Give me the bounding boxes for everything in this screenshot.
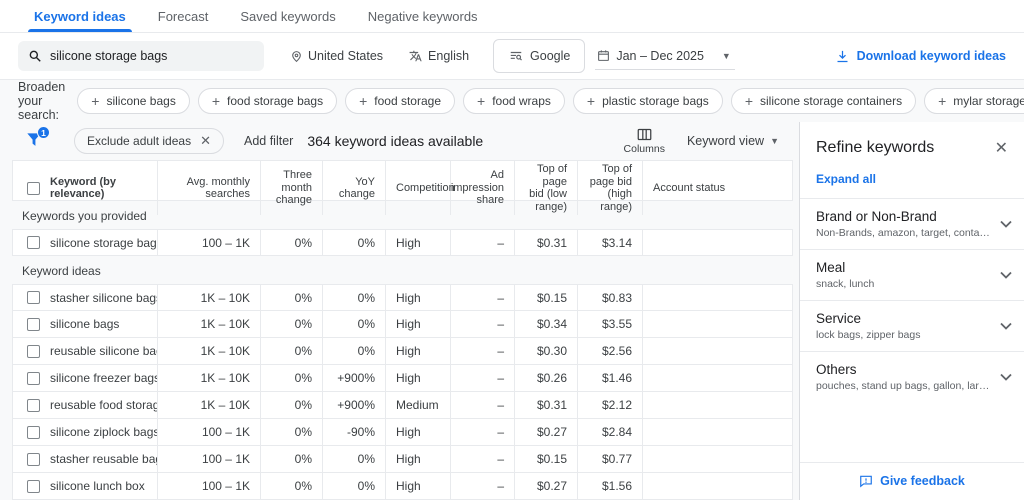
keyword-table-area: 1 Exclude adult ideas ✕ Add filter 364 k…: [0, 122, 799, 500]
add-filter-button[interactable]: Add filter: [244, 134, 293, 148]
table-row[interactable]: silicone bags 1K – 10K 0% 0% High – $0.3…: [12, 311, 793, 338]
broaden-chip[interactable]: + food wraps: [463, 88, 565, 114]
search-query: silicone storage bags: [50, 49, 168, 63]
table-row[interactable]: stasher reusable bags 100 – 1K 0% 0% Hig…: [12, 446, 793, 473]
select-all-checkbox[interactable]: [27, 181, 40, 195]
table-row[interactable]: silicone storage bags 100 – 1K 0% 0% Hig…: [12, 229, 793, 256]
col-yoy-change[interactable]: YoY change: [323, 161, 386, 215]
chevron-down-icon: [1000, 322, 1012, 330]
table-header: Keyword (by relevance) Avg. monthly sear…: [12, 160, 793, 215]
col-three-month-change[interactable]: Three month change: [261, 161, 323, 215]
give-feedback-button[interactable]: Give feedback: [800, 462, 1024, 500]
plus-icon: +: [586, 93, 596, 109]
download-keyword-ideas-button[interactable]: Download keyword ideas: [835, 49, 1006, 64]
tab-saved-keywords[interactable]: Saved keywords: [224, 0, 351, 32]
row-checkbox[interactable]: [27, 479, 40, 493]
broaden-chip[interactable]: + plastic storage bags: [572, 88, 723, 114]
columns-button[interactable]: Columns: [624, 128, 665, 155]
col-account-status[interactable]: Account status: [643, 161, 792, 215]
row-checkbox[interactable]: [27, 398, 40, 412]
close-icon[interactable]: ✕: [200, 133, 211, 149]
col-ad-impression-share[interactable]: Ad impression share: [451, 161, 515, 215]
table-row[interactable]: reusable food storage bags 1K – 10K 0% +…: [12, 392, 793, 419]
close-icon[interactable]: ✕: [995, 138, 1008, 158]
search-icon: [28, 49, 42, 63]
keyword-search-input[interactable]: silicone storage bags: [18, 41, 264, 71]
chevron-down-icon: [1000, 271, 1012, 279]
location-pin-icon: [290, 50, 303, 63]
broaden-chip[interactable]: + silicone storage containers: [730, 88, 917, 114]
chevron-down-icon: [1000, 220, 1012, 228]
row-checkbox[interactable]: [27, 317, 40, 331]
language-label: English: [428, 49, 470, 63]
plus-icon: +: [211, 93, 221, 109]
language-selector[interactable]: English: [409, 49, 469, 63]
plus-icon: +: [91, 93, 100, 109]
col-top-of-page-bid-high[interactable]: Top of page bid (high range): [578, 161, 643, 215]
refine-keywords-panel: Refine keywords ✕ Expand all Brand or No…: [799, 122, 1024, 500]
broaden-search-row: Broaden your search: + silicone bags + foo…: [0, 80, 1024, 122]
table-row[interactable]: reusable silicone bags 1K – 10K 0% 0% Hi…: [12, 338, 793, 365]
table-row[interactable]: silicone freezer bags 1K – 10K 0% +900% …: [12, 365, 793, 392]
broaden-chip[interactable]: + silicone bags: [77, 88, 190, 114]
keyword-view-selector[interactable]: Keyword view ▼: [687, 134, 779, 148]
date-range-label: Jan – Dec 2025: [616, 48, 704, 63]
col-competition[interactable]: Competition: [386, 161, 455, 215]
table-row[interactable]: silicone ziplock bags 100 – 1K 0% -90% H…: [12, 419, 793, 446]
results-count: 364 keyword ideas available: [307, 133, 484, 149]
search-network-selector[interactable]: Google: [493, 39, 586, 73]
calendar-icon: [597, 49, 610, 62]
chevron-down-icon: ▼: [721, 50, 731, 61]
section-label: Keyword ideas: [22, 264, 101, 278]
chevron-down-icon: [1000, 373, 1012, 381]
filter-count-badge: 1: [37, 126, 50, 139]
row-checkbox[interactable]: [27, 371, 40, 385]
location-selector[interactable]: United States: [290, 49, 383, 63]
row-checkbox[interactable]: [27, 291, 40, 304]
broaden-label: Broaden your search:: [18, 80, 66, 122]
refine-category-meal[interactable]: Meal snack, lunch: [800, 249, 1024, 300]
tab-negative-keywords[interactable]: Negative keywords: [352, 0, 494, 32]
plus-icon: +: [938, 93, 947, 109]
table-row[interactable]: silicone lunch box 100 – 1K 0% 0% High –…: [12, 473, 793, 500]
network-label: Google: [530, 49, 571, 63]
filter-toolbar: 1 Exclude adult ideas ✕ Add filter 364 k…: [12, 122, 793, 160]
col-top-of-page-bid-low[interactable]: Top of page bid (low range): [515, 161, 578, 215]
tab-keyword-ideas[interactable]: Keyword ideas: [18, 0, 142, 32]
download-icon: [835, 49, 850, 64]
expand-all-button[interactable]: Expand all: [800, 158, 1024, 198]
table-row[interactable]: stasher silicone bags 1K – 10K 0% 0% Hig…: [12, 284, 793, 311]
row-checkbox[interactable]: [27, 452, 40, 466]
search-settings-bar: silicone storage bags United States Engl…: [0, 33, 1024, 80]
download-label: Download keyword ideas: [856, 49, 1006, 63]
plus-icon: +: [744, 93, 753, 109]
broaden-chip[interactable]: + food storage: [345, 88, 455, 114]
refine-category-service[interactable]: Service lock bags, zipper bags: [800, 300, 1024, 351]
row-checkbox[interactable]: [27, 344, 40, 358]
tab-forecast[interactable]: Forecast: [142, 0, 225, 32]
chevron-down-icon: ▼: [770, 136, 779, 146]
refine-category-others[interactable]: Others pouches, stand up bags, gallon, l…: [800, 351, 1024, 402]
location-label: United States: [308, 49, 384, 63]
broaden-chip[interactable]: +mylar storage bags: [924, 88, 1024, 114]
feedback-icon: [859, 474, 873, 488]
plus-icon: +: [359, 93, 368, 109]
translate-icon: [409, 49, 423, 63]
plus-icon: +: [477, 93, 486, 109]
refine-category-brand[interactable]: Brand or Non-Brand Non-Brands, amazon, t…: [800, 198, 1024, 249]
columns-icon: [637, 128, 652, 141]
date-range-selector[interactable]: Jan – Dec 2025 ▼: [595, 43, 735, 70]
filter-icon[interactable]: 1: [24, 126, 50, 152]
top-tab-bar: Keyword ideas Forecast Saved keywords Ne…: [0, 0, 1024, 33]
search-network-icon: [508, 49, 524, 63]
col-avg-monthly-searches[interactable]: Avg. monthly searches: [158, 161, 261, 215]
panel-title: Refine keywords: [816, 139, 935, 156]
exclude-adult-ideas-chip[interactable]: Exclude adult ideas ✕: [74, 128, 224, 154]
row-checkbox[interactable]: [27, 425, 40, 439]
row-checkbox[interactable]: [27, 236, 40, 249]
broaden-chip[interactable]: + food storage bags: [197, 88, 338, 114]
